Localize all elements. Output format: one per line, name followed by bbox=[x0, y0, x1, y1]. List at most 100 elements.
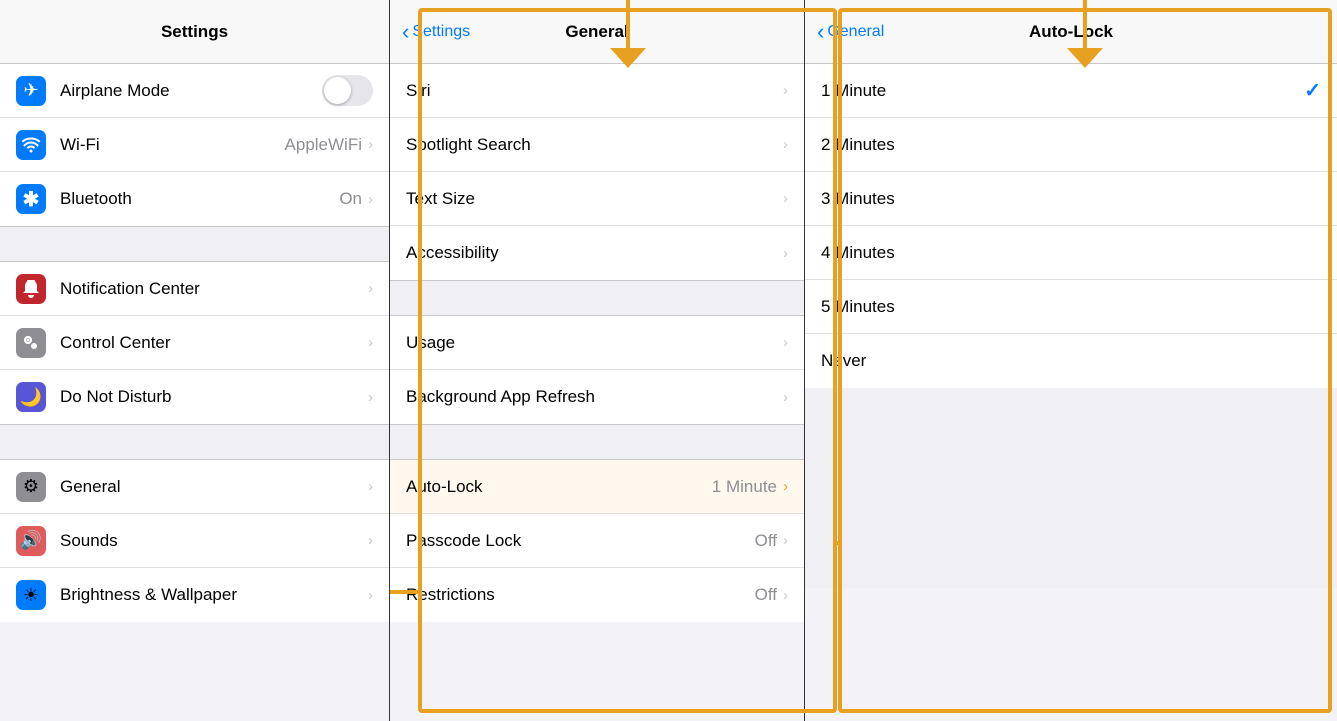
text-size-label: Text Size bbox=[406, 189, 783, 209]
selected-checkmark-icon: ✓ bbox=[1304, 78, 1321, 103]
general-label: General bbox=[60, 477, 368, 497]
autolock-panel: ‹ General Auto-Lock 1 Minute ✓ 2 Minutes… bbox=[805, 0, 1337, 721]
autolock-never[interactable]: Never bbox=[805, 334, 1337, 388]
wifi-chevron: › bbox=[368, 136, 373, 153]
accessibility-chevron: › bbox=[783, 245, 788, 262]
spotlight-label: Spotlight Search bbox=[406, 135, 783, 155]
auto-lock-row[interactable]: Auto-Lock 1 Minute › bbox=[390, 460, 804, 514]
autolock-section: 1 Minute ✓ 2 Minutes 3 Minutes 4 Minutes… bbox=[805, 64, 1337, 388]
autolock-4-minutes[interactable]: 4 Minutes bbox=[805, 226, 1337, 280]
brightness-row[interactable]: ☀ Brightness & Wallpaper › bbox=[0, 568, 389, 622]
general-back-label: Settings bbox=[412, 23, 470, 41]
autolock-5-minutes[interactable]: 5 Minutes bbox=[805, 280, 1337, 334]
autolock-never-label: Never bbox=[821, 351, 1321, 371]
settings-section-1: ✈ Airplane Mode Wi-Fi AppleW bbox=[0, 64, 389, 226]
do-not-disturb-row[interactable]: 🌙 Do Not Disturb › bbox=[0, 370, 389, 424]
notification-icon bbox=[16, 274, 46, 304]
passcode-lock-row[interactable]: Passcode Lock Off › bbox=[390, 514, 804, 568]
back-chevron-icon: ‹ bbox=[402, 21, 409, 43]
wifi-row[interactable]: Wi-Fi AppleWiFi › bbox=[0, 118, 389, 172]
auto-lock-label: Auto-Lock bbox=[406, 477, 712, 497]
wifi-label: Wi-Fi bbox=[60, 135, 285, 155]
auto-lock-value: 1 Minute bbox=[712, 477, 777, 497]
background-app-chevron: › bbox=[783, 389, 788, 406]
restrictions-chevron: › bbox=[783, 587, 788, 604]
general-list: Siri › Spotlight Search › Text Size › Ac… bbox=[390, 64, 804, 721]
general-section-gap-1 bbox=[390, 280, 804, 316]
wifi-value: AppleWiFi bbox=[285, 135, 362, 155]
general-back-button[interactable]: ‹ Settings bbox=[402, 21, 470, 43]
general-section-gap-2 bbox=[390, 424, 804, 460]
settings-section-3: ⚙ General › 🔊 Sounds › ☀ Brightness & Wa… bbox=[0, 460, 389, 622]
general-nav-bar: ‹ Settings General bbox=[390, 0, 804, 64]
general-row[interactable]: ⚙ General › bbox=[0, 460, 389, 514]
general-icon: ⚙ bbox=[16, 472, 46, 502]
restrictions-label: Restrictions bbox=[406, 585, 755, 605]
usage-row[interactable]: Usage › bbox=[390, 316, 804, 370]
autolock-1-label: 1 Minute bbox=[821, 81, 1304, 101]
autolock-back-label: General bbox=[827, 23, 884, 41]
bluetooth-row[interactable]: ✱ Bluetooth On › bbox=[0, 172, 389, 226]
section-gap-1 bbox=[0, 226, 389, 262]
bluetooth-icon: ✱ bbox=[16, 184, 46, 214]
general-title: General bbox=[565, 22, 628, 42]
usage-chevron: › bbox=[783, 334, 788, 351]
airplane-label: Airplane Mode bbox=[60, 81, 322, 101]
airplane-icon: ✈ bbox=[16, 76, 46, 106]
wifi-icon bbox=[16, 130, 46, 160]
sounds-label: Sounds bbox=[60, 531, 368, 551]
notification-label: Notification Center bbox=[60, 279, 368, 299]
settings-title: Settings bbox=[161, 22, 228, 42]
settings-panel: Settings ✈ Airplane Mode bbox=[0, 0, 390, 721]
restrictions-row[interactable]: Restrictions Off › bbox=[390, 568, 804, 622]
spotlight-search-row[interactable]: Spotlight Search › bbox=[390, 118, 804, 172]
autolock-2-minutes[interactable]: 2 Minutes bbox=[805, 118, 1337, 172]
siri-row[interactable]: Siri › bbox=[390, 64, 804, 118]
general-section-1: Siri › Spotlight Search › Text Size › Ac… bbox=[390, 64, 804, 280]
control-center-label: Control Center bbox=[60, 333, 368, 353]
sounds-chevron: › bbox=[368, 532, 373, 549]
autolock-2-label: 2 Minutes bbox=[821, 135, 1321, 155]
general-section-3: Auto-Lock 1 Minute › Passcode Lock Off ›… bbox=[390, 460, 804, 622]
autolock-3-label: 3 Minutes bbox=[821, 189, 1321, 209]
do-not-disturb-label: Do Not Disturb bbox=[60, 387, 368, 407]
autolock-1-minute[interactable]: 1 Minute ✓ bbox=[805, 64, 1337, 118]
autolock-nav-bar: ‹ General Auto-Lock bbox=[805, 0, 1337, 64]
accessibility-row[interactable]: Accessibility › bbox=[390, 226, 804, 280]
control-center-icon bbox=[16, 328, 46, 358]
spotlight-chevron: › bbox=[783, 136, 788, 153]
passcode-chevron: › bbox=[783, 532, 788, 549]
text-size-chevron: › bbox=[783, 190, 788, 207]
control-center-row[interactable]: Control Center › bbox=[0, 316, 389, 370]
bluetooth-label: Bluetooth bbox=[60, 189, 339, 209]
airplane-mode-row[interactable]: ✈ Airplane Mode bbox=[0, 64, 389, 118]
passcode-label: Passcode Lock bbox=[406, 531, 755, 551]
general-panel: ‹ Settings General Siri › Spotlight Sear… bbox=[390, 0, 805, 721]
autolock-3-minutes[interactable]: 3 Minutes bbox=[805, 172, 1337, 226]
background-app-label: Background App Refresh bbox=[406, 387, 783, 407]
general-chevron: › bbox=[368, 478, 373, 495]
airplane-toggle[interactable] bbox=[322, 75, 373, 106]
passcode-value: Off bbox=[755, 531, 777, 551]
sounds-row[interactable]: 🔊 Sounds › bbox=[0, 514, 389, 568]
background-app-refresh-row[interactable]: Background App Refresh › bbox=[390, 370, 804, 424]
autolock-title: Auto-Lock bbox=[1029, 22, 1113, 42]
usage-label: Usage bbox=[406, 333, 783, 353]
toggle-thumb bbox=[324, 77, 351, 104]
brightness-chevron: › bbox=[368, 587, 373, 604]
autolock-5-label: 5 Minutes bbox=[821, 297, 1321, 317]
do-not-disturb-icon: 🌙 bbox=[16, 382, 46, 412]
siri-chevron: › bbox=[783, 82, 788, 99]
autolock-4-label: 4 Minutes bbox=[821, 243, 1321, 263]
settings-section-2: Notification Center › Control Center bbox=[0, 262, 389, 424]
settings-list: ✈ Airplane Mode Wi-Fi AppleW bbox=[0, 64, 389, 721]
text-size-row[interactable]: Text Size › bbox=[390, 172, 804, 226]
autolock-back-button[interactable]: ‹ General bbox=[817, 21, 884, 43]
settings-nav-bar: Settings bbox=[0, 0, 389, 64]
notification-chevron: › bbox=[368, 280, 373, 297]
brightness-icon: ☀ bbox=[16, 580, 46, 610]
general-section-2: Usage › Background App Refresh › bbox=[390, 316, 804, 424]
control-center-chevron: › bbox=[368, 334, 373, 351]
bluetooth-value: On bbox=[339, 189, 362, 209]
notification-center-row[interactable]: Notification Center › bbox=[0, 262, 389, 316]
